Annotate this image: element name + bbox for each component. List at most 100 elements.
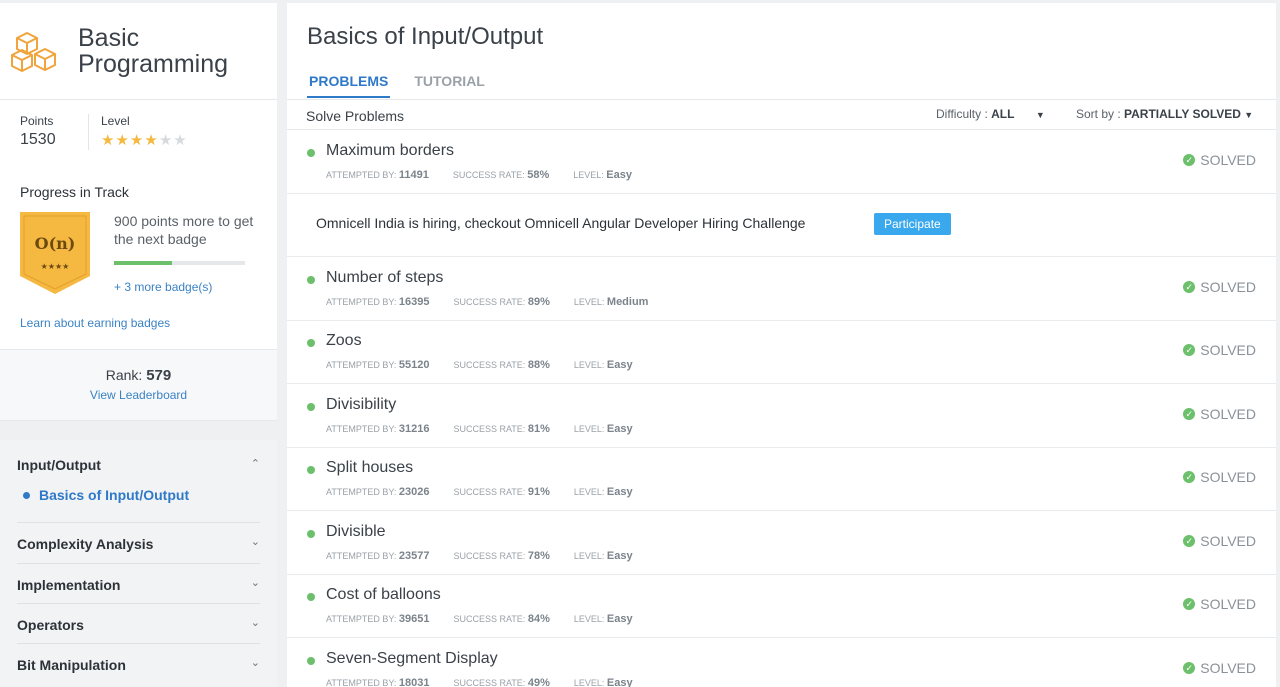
problem-row[interactable]: Number of steps ATTEMPTED BY: 16395 SUCCES…	[287, 257, 1276, 321]
chevron-down-icon[interactable]: ⌄	[251, 656, 260, 669]
attempted-label: ATTEMPTED BY:	[326, 551, 397, 561]
check-circle-icon: ✓	[1183, 535, 1196, 547]
status-dot-icon	[307, 149, 315, 157]
sort-dropdown[interactable]: Sort by : PARTIALLY SOLVED ▼	[1076, 107, 1253, 121]
problem-name[interactable]: Seven-Segment Display	[326, 650, 498, 668]
level-value: Easy	[606, 359, 633, 371]
status-dot-icon	[307, 657, 315, 665]
problem-row[interactable]: Zoos ATTEMPTED BY: 55120 SUCCESS RATE: 88%…	[287, 320, 1276, 384]
problem-meta: ATTEMPTED BY: 23026 SUCCESS RATE: 91% LEVE…	[326, 486, 657, 498]
success-label: SUCCESS RATE:	[453, 551, 526, 561]
star-filled-icon: ★	[115, 132, 130, 149]
difficulty-value[interactable]: ALL	[991, 107, 1014, 121]
caret-down-icon[interactable]: ▼	[1036, 110, 1045, 120]
success-meta: SUCCESS RATE: 78%	[453, 550, 549, 562]
problem-row[interactable]: Maximum borders ATTEMPTED BY: 11491 SUCCES…	[287, 130, 1276, 194]
problem-name[interactable]: Number of steps	[326, 269, 443, 287]
nav-group-input-output[interactable]: Input/Output ⌃ Basics of Input/Output	[17, 440, 260, 523]
level-value: Easy	[606, 169, 632, 181]
learn-badges-link[interactable]: Learn about earning badges	[20, 316, 170, 330]
problem-name[interactable]: Divisibility	[326, 396, 396, 414]
status-dot-icon	[307, 339, 315, 347]
level-label: LEVEL:	[573, 170, 604, 180]
more-badges-link[interactable]: + 3 more badge(s)	[114, 280, 212, 294]
attempted-meta: ATTEMPTED BY: 16395	[326, 296, 429, 308]
check-circle-icon: ✓	[1183, 281, 1196, 293]
solve-problems-label: Solve Problems	[306, 108, 405, 124]
nav-group-title[interactable]: Implementation	[17, 577, 260, 593]
attempted-meta: ATTEMPTED BY: 39651	[326, 613, 429, 625]
problem-meta: ATTEMPTED BY: 16395 SUCCESS RATE: 89% LEVE…	[326, 296, 672, 308]
attempted-value: 39651	[398, 613, 430, 625]
hiring-promo: Omnicell India is hiring, checkout Omnic…	[287, 193, 1276, 257]
level-value: Easy	[606, 423, 633, 435]
progress-label: Progress in Track	[20, 184, 129, 200]
difficulty-filter[interactable]: Difficulty : ALL ▼	[936, 107, 1045, 121]
status-text: SOLVED	[1200, 279, 1256, 295]
chevron-down-icon[interactable]: ⌄	[251, 576, 260, 589]
attempted-meta: ATTEMPTED BY: 11491	[326, 169, 429, 181]
status-badge: ✓ SOLVED	[1183, 596, 1256, 612]
success-value: 88%	[527, 359, 550, 371]
sort-value[interactable]: PARTIALLY SOLVED	[1124, 107, 1241, 121]
attempted-value: 23577	[398, 550, 430, 562]
level-label: LEVEL:	[573, 551, 605, 561]
nav-item-label[interactable]: Basics of Input/Output	[39, 487, 189, 503]
status-dot-icon	[307, 530, 315, 538]
success-label: SUCCESS RATE:	[452, 170, 525, 180]
level-meta: LEVEL: Easy	[574, 423, 633, 435]
problem-row[interactable]: Divisible ATTEMPTED BY: 23577 SUCCESS RATE…	[287, 511, 1276, 575]
points-label: Points	[20, 114, 54, 128]
success-value: 78%	[527, 550, 550, 562]
level-meta: LEVEL: Medium	[574, 296, 649, 308]
problem-name[interactable]: Split houses	[326, 459, 413, 477]
nav-group-implementation[interactable]: Implementation ⌄	[17, 564, 260, 604]
success-meta: SUCCESS RATE: 89%	[453, 296, 549, 308]
rank-value: 579	[146, 367, 172, 384]
nav-group-title[interactable]: Complexity Analysis	[17, 536, 260, 552]
problem-row[interactable]: Split houses ATTEMPTED BY: 23026 SUCCESS R…	[287, 447, 1276, 511]
attempted-label: ATTEMPTED BY:	[326, 360, 397, 370]
problem-meta: ATTEMPTED BY: 31216 SUCCESS RATE: 81% LEVE…	[326, 423, 657, 435]
problem-row[interactable]: Cost of balloons ATTEMPTED BY: 39651 SUCCE…	[287, 574, 1276, 638]
check-circle-icon: ✓	[1183, 662, 1196, 674]
problem-name[interactable]: Cost of balloons	[326, 586, 441, 604]
problem-name[interactable]: Zoos	[326, 332, 362, 350]
problem-row[interactable]: Divisibility ATTEMPTED BY: 31216 SUCCESS R…	[287, 384, 1276, 448]
status-dot-icon	[307, 403, 315, 411]
success-meta: SUCCESS RATE: 81%	[453, 423, 549, 435]
level-stars: ★★★★★★	[101, 131, 188, 149]
success-meta: SUCCESS RATE: 88%	[453, 359, 549, 371]
points-block: Points 1530	[20, 114, 56, 149]
status-text: SOLVED	[1200, 533, 1256, 549]
chevron-up-icon[interactable]: ⌃	[251, 457, 260, 470]
tab-problems[interactable]: PROBLEMS	[307, 71, 391, 98]
leaderboard-link[interactable]: View Leaderboard	[0, 388, 277, 402]
badge-stars: ★★★★	[41, 262, 70, 271]
status-text: SOLVED	[1200, 660, 1256, 676]
nav-group-complexity[interactable]: Complexity Analysis ⌄	[17, 523, 260, 564]
participate-button[interactable]: Participate	[874, 213, 951, 235]
problem-name[interactable]: Maximum borders	[326, 142, 454, 160]
problem-row[interactable]: Seven-Segment Display ATTEMPTED BY: 18031…	[287, 638, 1276, 687]
level-label: LEVEL:	[573, 678, 605, 687]
nav-group-title[interactable]: Bit Manipulation	[17, 657, 260, 673]
nav-group-title[interactable]: Operators	[17, 617, 260, 633]
nav-item-basics-io[interactable]: Basics of Input/Output	[17, 487, 260, 503]
success-value: 81%	[527, 423, 550, 435]
chevron-down-icon[interactable]: ⌄	[251, 535, 260, 548]
active-dot-icon	[23, 491, 30, 499]
points-value: 1530	[20, 131, 56, 148]
level-value: Easy	[606, 550, 633, 562]
success-value: 91%	[527, 486, 550, 498]
nav-group-title[interactable]: Input/Output	[17, 457, 260, 473]
chevron-down-icon[interactable]: ⌄	[251, 616, 260, 629]
level-label: LEVEL:	[573, 297, 605, 307]
attempted-label: ATTEMPTED BY:	[326, 424, 397, 434]
problem-name[interactable]: Divisible	[326, 523, 386, 541]
nav-group-operators[interactable]: Operators ⌄	[17, 604, 260, 644]
attempted-label: ATTEMPTED BY:	[326, 487, 397, 497]
caret-down-icon[interactable]: ▼	[1244, 110, 1253, 120]
tab-tutorial[interactable]: TUTORIAL	[412, 71, 487, 98]
nav-group-bit-manipulation[interactable]: Bit Manipulation ⌄	[17, 644, 260, 684]
